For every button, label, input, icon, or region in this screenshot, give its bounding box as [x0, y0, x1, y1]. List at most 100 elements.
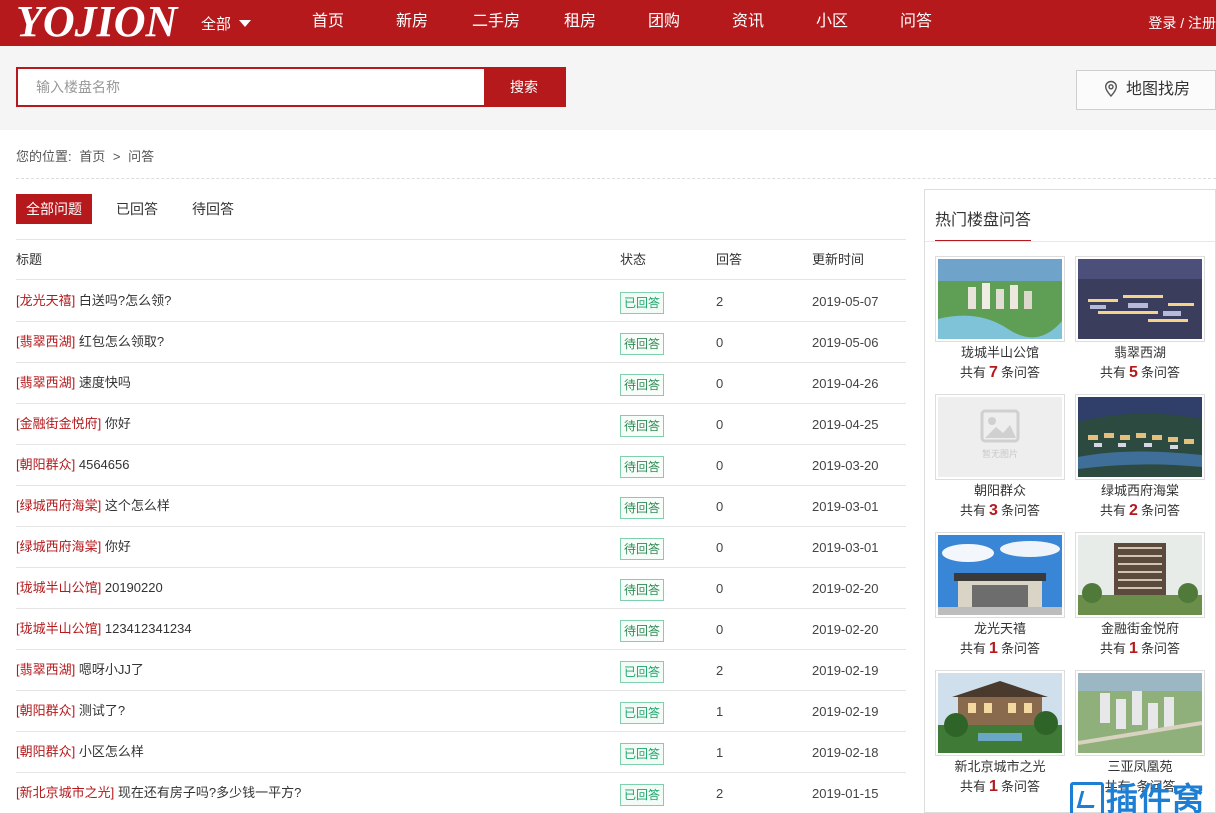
property-tag[interactable]: [翡翠西湖] — [16, 375, 75, 390]
property-image[interactable] — [1075, 256, 1205, 342]
property-name[interactable]: 珑城半山公馆 — [935, 343, 1065, 363]
nav-new-homes[interactable]: 新房 — [396, 0, 428, 46]
property-image[interactable] — [935, 532, 1065, 618]
nav-group-buy[interactable]: 团购 — [648, 0, 680, 46]
map-search-button[interactable]: 地图找房 — [1076, 70, 1216, 110]
search-input[interactable] — [18, 69, 484, 105]
question-title-cell[interactable]: [珑城半山公馆] 123412341234 — [16, 609, 192, 649]
table-row: [朝阳群众] 4564656 待回答 0 2019-03-20 — [16, 445, 906, 486]
question-title[interactable]: 小区怎么样 — [79, 744, 144, 759]
question-title-cell[interactable]: [金融街金悦府] 你好 — [16, 404, 131, 444]
city-select[interactable]: 全部 — [201, 13, 252, 34]
question-title-cell[interactable]: [翡翠西湖] 嗯呀小JJ了 — [16, 650, 144, 690]
count-suffix: 条问答 — [1000, 779, 1040, 794]
site-logo[interactable]: YOJION — [16, 0, 177, 46]
property-tag[interactable]: [翡翠西湖] — [16, 662, 75, 677]
property-tag[interactable]: [朝阳群众] — [16, 744, 75, 759]
question-title[interactable]: 速度快吗 — [79, 375, 131, 390]
property-card[interactable]: 绿城西府海棠 共有 2 条问答 — [1075, 394, 1205, 521]
property-card[interactable]: 金融街金悦府 共有 1 条问答 — [1075, 532, 1205, 659]
table-row: [朝阳群众] 小区怎么样 已回答 1 2019-02-18 — [16, 732, 906, 773]
question-title[interactable]: 嗯呀小JJ了 — [79, 662, 144, 677]
tab-unanswered[interactable]: 待回答 — [182, 194, 244, 224]
property-tag[interactable]: [珑城半山公馆] — [16, 580, 101, 595]
property-tag[interactable]: [朝阳群众] — [16, 457, 75, 472]
login-link[interactable]: 登录 — [1148, 15, 1176, 31]
register-link[interactable]: 注册 — [1188, 15, 1216, 31]
property-image[interactable] — [1075, 670, 1205, 756]
question-title[interactable]: 4564656 — [79, 457, 130, 472]
question-title-cell[interactable]: [绿城西府海棠] 你好 — [16, 527, 131, 567]
table-row: [翡翠西湖] 速度快吗 待回答 0 2019-04-26 — [16, 363, 906, 404]
count-prefix: 共有 — [960, 641, 987, 656]
property-card[interactable]: 暂无图片 朝阳群众 共有 3 条问答 — [935, 394, 1065, 521]
nav-rent[interactable]: 租房 — [564, 0, 596, 46]
property-name[interactable]: 龙光天禧 — [935, 619, 1065, 639]
answer-count: 0 — [716, 622, 724, 637]
svg-text:暂无图片: 暂无图片 — [982, 448, 1018, 460]
question-title-cell[interactable]: [朝阳群众] 4564656 — [16, 445, 129, 485]
property-tag[interactable]: [金融街金悦府] — [16, 416, 101, 431]
question-title-cell[interactable]: [翡翠西湖] 红包怎么领取? — [16, 322, 164, 362]
question-title[interactable]: 20190220 — [105, 580, 163, 595]
count-number: 1 — [989, 778, 998, 795]
search-button[interactable]: 搜索 — [484, 69, 564, 105]
question-title-cell[interactable]: [新北京城市之光] 现在还有房子吗?多少钱一平方? — [16, 773, 301, 813]
status-badge: 待回答 — [620, 455, 665, 478]
nav-home[interactable]: 首页 — [312, 0, 344, 46]
property-name[interactable]: 金融街金悦府 — [1075, 619, 1205, 639]
nav-news[interactable]: 资讯 — [732, 0, 764, 46]
nav-community[interactable]: 小区 — [816, 0, 848, 46]
question-title-cell[interactable]: [朝阳群众] 小区怎么样 — [16, 732, 144, 772]
property-card[interactable]: 翡翠西湖 共有 5 条问答 — [1075, 256, 1205, 383]
question-title[interactable]: 你好 — [105, 416, 131, 431]
question-title[interactable]: 白送吗?怎么领? — [79, 293, 171, 308]
question-title[interactable]: 这个怎么样 — [105, 498, 170, 513]
question-title[interactable]: 红包怎么领取? — [79, 334, 164, 349]
question-title-cell[interactable]: [珑城半山公馆] 20190220 — [16, 568, 163, 608]
property-name[interactable]: 翡翠西湖 — [1075, 343, 1205, 363]
property-tag[interactable]: [朝阳群众] — [16, 703, 75, 718]
property-image[interactable] — [935, 256, 1065, 342]
tab-answered[interactable]: 已回答 — [106, 194, 168, 224]
property-tag[interactable]: [绿城西府海棠] — [16, 539, 101, 554]
question-title[interactable]: 现在还有房子吗?多少钱一平方? — [118, 785, 301, 800]
property-tag[interactable]: [绿城西府海棠] — [16, 498, 101, 513]
question-title[interactable]: 测试了? — [79, 703, 125, 718]
question-title-cell[interactable]: [绿城西府海棠] 这个怎么样 — [16, 486, 170, 526]
tab-all-questions[interactable]: 全部问题 — [16, 194, 92, 224]
status-cell: 待回答 — [620, 322, 665, 363]
property-tag[interactable]: [珑城半山公馆] — [16, 621, 101, 636]
property-card[interactable]: 珑城半山公馆 共有 7 条问答 — [935, 256, 1065, 383]
property-card[interactable]: 新北京城市之光 共有 1 条问答 — [935, 670, 1065, 797]
property-tag[interactable]: [新北京城市之光] — [16, 785, 114, 800]
question-title-cell[interactable]: [朝阳群众] 测试了? — [16, 691, 125, 731]
status-cell: 待回答 — [620, 609, 665, 650]
property-name[interactable]: 朝阳群众 — [935, 481, 1065, 501]
answer-count: 0 — [716, 417, 724, 432]
count-number: 1 — [1129, 640, 1138, 657]
count-number: 1 — [989, 640, 998, 657]
property-name[interactable]: 新北京城市之光 — [935, 757, 1065, 777]
nav-qa[interactable]: 问答 — [900, 0, 932, 46]
updated-date: 2019-01-15 — [812, 786, 879, 801]
question-title[interactable]: 123412341234 — [105, 621, 192, 636]
property-image[interactable] — [1075, 394, 1205, 480]
property-tag[interactable]: [龙光天禧] — [16, 293, 75, 308]
count-suffix: 条问答 — [1000, 641, 1040, 656]
property-image[interactable] — [935, 670, 1065, 756]
breadcrumb: 您的位置: 首页 > 问答 — [16, 146, 158, 165]
question-title[interactable]: 你好 — [105, 539, 131, 554]
status-badge: 待回答 — [620, 373, 665, 396]
breadcrumb-home[interactable]: 首页 — [79, 149, 105, 164]
property-image[interactable] — [1075, 532, 1205, 618]
property-image[interactable]: 暂无图片 — [935, 394, 1065, 480]
property-tag[interactable]: [翡翠西湖] — [16, 334, 75, 349]
property-name[interactable]: 绿城西府海棠 — [1075, 481, 1205, 501]
property-card[interactable]: 龙光天禧共有 1 条问答 — [935, 532, 1065, 659]
status-cell: 已回答 — [620, 773, 665, 813]
table-row: [新北京城市之光] 现在还有房子吗?多少钱一平方? 已回答 2 2019-01-15 — [16, 773, 906, 813]
nav-second-hand[interactable]: 二手房 — [472, 0, 520, 46]
question-title-cell[interactable]: [翡翠西湖] 速度快吗 — [16, 363, 131, 403]
question-title-cell[interactable]: [龙光天禧] 白送吗?怎么领? — [16, 281, 171, 321]
